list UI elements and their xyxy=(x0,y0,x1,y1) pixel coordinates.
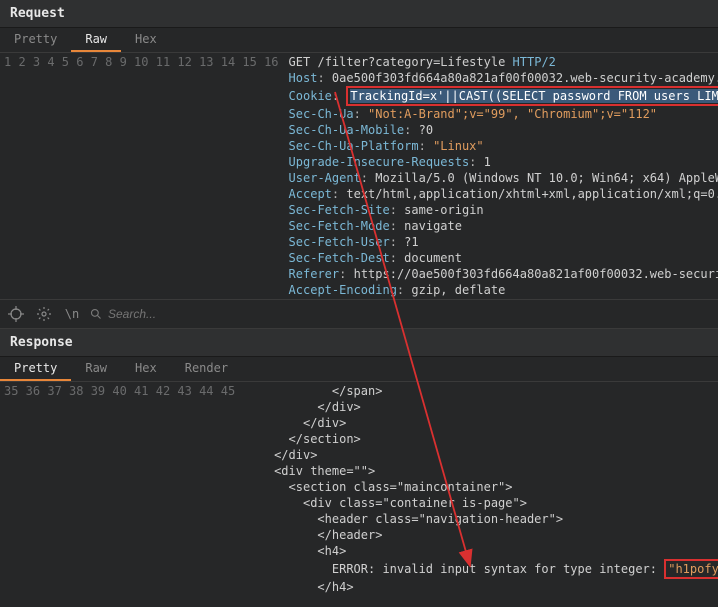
newline-icon[interactable]: \n xyxy=(62,304,82,324)
tab-render-resp[interactable]: Render xyxy=(171,357,242,381)
leaked-password-box: "h1pofypsytdaneyqxn5x" xyxy=(664,559,718,579)
http-path: /filter?category=Lifestyle xyxy=(317,55,505,69)
hdr-key: Sec-Ch-Ua-Platform xyxy=(289,139,419,153)
resp-line: </div> xyxy=(245,416,346,430)
error-text: ERROR: invalid input syntax for type int… xyxy=(245,562,664,576)
hdr-val: gzip, deflate xyxy=(411,283,505,297)
hdr-key: Accept-Encoding xyxy=(289,283,397,297)
resp-line: </h4> xyxy=(245,580,353,594)
hdr-val: ?0 xyxy=(419,123,433,137)
hdr-val: https://0ae500f303fd664a80a821af00f00032… xyxy=(354,267,718,281)
hdr-val: document xyxy=(404,251,462,265)
resp-line: <div theme=""> xyxy=(245,464,375,478)
hdr-key: Accept xyxy=(289,187,332,201)
hdr-val: "Not:A-Brand";v="99", "Chromium";v="112" xyxy=(368,107,657,121)
resp-line: <h4> xyxy=(245,544,346,558)
hdr-key: Sec-Ch-Ua-Mobile xyxy=(289,123,405,137)
response-panel-title: Response xyxy=(0,329,718,357)
tab-raw-resp[interactable]: Raw xyxy=(71,357,121,381)
resp-line: </section> xyxy=(245,432,361,446)
hdr-key: Sec-Fetch-Mode xyxy=(289,219,390,233)
http-method: GET xyxy=(289,55,311,69)
tracking-prefix: TrackingId=x' xyxy=(350,89,444,103)
resp-line: </div> xyxy=(245,400,361,414)
tab-pretty[interactable]: Pretty xyxy=(0,28,71,52)
response-tabs: Pretty Raw Hex Render xyxy=(0,357,718,382)
response-gutter: 35 36 37 38 39 40 41 42 43 44 45 xyxy=(0,382,241,596)
hdr-val: 0ae500f303fd664a80a821af00f00032.web-sec… xyxy=(332,71,718,85)
resp-line: </header> xyxy=(245,528,382,542)
toolbar: \n xyxy=(0,299,718,329)
resp-line: </span> xyxy=(245,384,382,398)
request-panel-title: Request xyxy=(0,0,718,28)
hdr-val: Mozilla/5.0 (Windows NT 10.0; Win64; x64… xyxy=(375,171,718,185)
hdr-key: Sec-Fetch-Dest xyxy=(289,251,390,265)
tab-pretty-resp[interactable]: Pretty xyxy=(0,357,71,381)
hdr-key: Sec-Ch-Ua xyxy=(289,107,354,121)
resp-line: <div class="container is-page"> xyxy=(245,496,527,510)
hdr-val: text/html,application/xhtml+xml,applicat… xyxy=(346,187,718,201)
hdr-key: Referer xyxy=(289,267,340,281)
resp-line: <section class="maincontainer"> xyxy=(245,480,512,494)
response-code[interactable]: </span> </div> </div> </section> </div> … xyxy=(241,382,718,596)
resp-line: <header class="navigation-header"> xyxy=(245,512,563,526)
tab-hex[interactable]: Hex xyxy=(121,28,171,52)
gear-icon[interactable] xyxy=(34,304,54,324)
search-input[interactable] xyxy=(108,307,712,321)
resp-line: </div> xyxy=(245,448,317,462)
response-code-area: 35 36 37 38 39 40 41 42 43 44 45 </span>… xyxy=(0,382,718,596)
tab-raw[interactable]: Raw xyxy=(71,28,121,52)
injection-highlight-box: TrackingId=x'||CAST((SELECT password FRO… xyxy=(346,86,718,106)
hdr-key: Sec-Fetch-Site xyxy=(289,203,390,217)
request-code-area: 1 2 3 4 5 6 7 8 9 10 11 12 13 14 15 16 G… xyxy=(0,53,718,299)
http-proto: HTTP/2 xyxy=(513,55,556,69)
hdr-val: 1 xyxy=(484,155,491,169)
hdr-val: "Linux" xyxy=(433,139,484,153)
hdr-key: Host xyxy=(289,71,318,85)
tab-hex-resp[interactable]: Hex xyxy=(121,357,171,381)
request-code[interactable]: GET /filter?category=Lifestyle HTTP/2 Ho… xyxy=(285,53,718,299)
crosshair-icon[interactable] xyxy=(6,304,26,324)
hdr-key: Cookie xyxy=(289,89,332,103)
hdr-val: navigate xyxy=(404,219,462,233)
search-icon xyxy=(90,308,102,320)
hdr-key: User-Agent xyxy=(289,171,361,185)
hdr-val: same-origin xyxy=(404,203,483,217)
search-box xyxy=(90,307,712,321)
hdr-key: Upgrade-Insecure-Requests xyxy=(289,155,470,169)
app-root: Request Pretty Raw Hex 1 2 3 4 5 6 7 8 9… xyxy=(0,0,718,596)
request-gutter: 1 2 3 4 5 6 7 8 9 10 11 12 13 14 15 16 xyxy=(0,53,285,299)
hdr-val: ?1 xyxy=(404,235,418,249)
request-tabs: Pretty Raw Hex xyxy=(0,28,718,53)
hdr-key: Sec-Fetch-User xyxy=(289,235,390,249)
sql-injection: ||CAST((SELECT password FROM users LIMIT… xyxy=(444,89,718,103)
